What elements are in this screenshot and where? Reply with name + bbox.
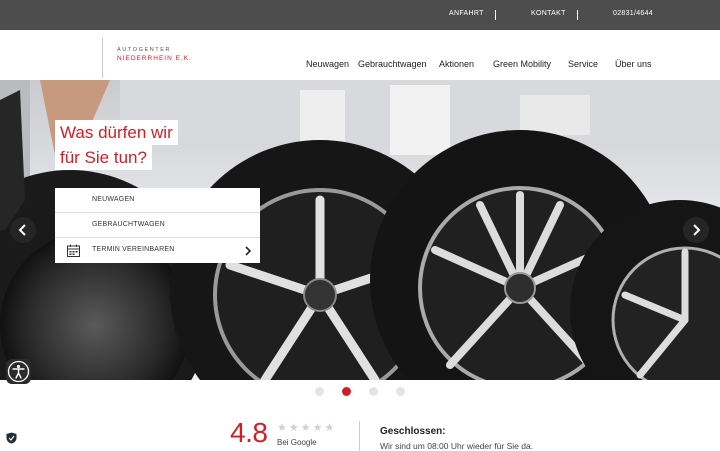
hero-headline-line-2: für Sie tun?	[55, 145, 152, 170]
nav-gebrauchtwagen[interactable]: Gebrauchtwagen	[358, 59, 427, 69]
header: AUTOGENTER NIEDERRHEIN E.K. Neuwagen Geb…	[0, 30, 720, 80]
divider	[495, 10, 496, 20]
menu-item-termin[interactable]: TERMIN VEREINBAREN	[55, 238, 260, 263]
rating-source[interactable]: Bei Google	[277, 438, 317, 447]
nav-green-mobility[interactable]: Green Mobility	[493, 59, 551, 69]
hero-headline-line-1: Was dürfen wir	[55, 120, 178, 145]
logo-divider	[102, 38, 103, 78]
menu-item-label: NEUWAGEN	[92, 196, 135, 203]
divider	[359, 421, 360, 451]
logo-line-2[interactable]: NIEDERRHEIN E.K.	[117, 55, 192, 62]
chevron-right-icon	[693, 224, 701, 236]
accessibility-icon	[7, 360, 30, 383]
slide-dot-1[interactable]	[315, 387, 324, 396]
shield-icon[interactable]	[6, 432, 17, 444]
nav-ueber-uns[interactable]: Über uns	[615, 59, 652, 69]
rating-stars: ★★★★★	[277, 422, 337, 434]
slide-dot-3[interactable]	[369, 387, 378, 396]
slide-dot-2[interactable]	[342, 387, 351, 396]
opening-status: Geschlossen:	[380, 426, 446, 437]
rating-score: 4.8	[230, 417, 268, 448]
menu-item-neuwagen[interactable]: NEUWAGEN	[55, 188, 260, 213]
slider-prev-button[interactable]	[10, 217, 36, 243]
accessibility-button[interactable]	[6, 359, 31, 384]
chevron-left-icon	[18, 224, 26, 236]
nav-neuwagen[interactable]: Neuwagen	[306, 59, 349, 69]
logo-line-1[interactable]: AUTOGENTER	[117, 47, 171, 53]
slide-dot-4[interactable]	[396, 387, 405, 396]
slider-next-button[interactable]	[683, 217, 709, 243]
menu-item-label: TERMIN VEREINBAREN	[92, 246, 175, 253]
divider	[577, 10, 578, 20]
menu-item-label: GEBRAUCHTWAGEN	[92, 221, 165, 228]
menu-item-gebrauchtwagen[interactable]: GEBRAUCHTWAGEN	[55, 213, 260, 238]
top-bar: ANFAHRT KONTAKT 02831/4644	[0, 0, 720, 30]
nav-aktionen[interactable]: Aktionen	[439, 59, 474, 69]
calendar-icon	[67, 244, 80, 257]
nav-service[interactable]: Service	[568, 59, 598, 69]
contact-link[interactable]: KONTAKT	[531, 10, 566, 17]
quick-menu: NEUWAGEN GEBRAUCHTWAGEN TERMIN VEREINBAR…	[55, 188, 260, 263]
directions-link[interactable]: ANFAHRT	[449, 10, 484, 17]
phone-link[interactable]: 02831/4644	[613, 10, 653, 17]
chevron-right-icon	[245, 246, 252, 256]
